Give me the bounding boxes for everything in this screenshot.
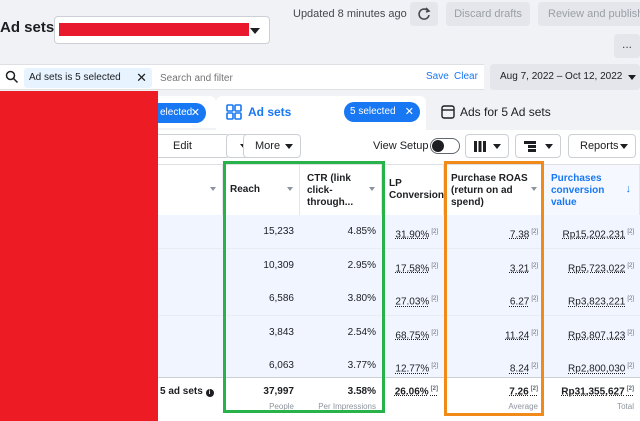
cell-lp-value: 17.58% xyxy=(395,262,430,274)
cell-lp: 17.58% [2] xyxy=(382,249,444,283)
footnote-mark: [2] xyxy=(627,296,634,303)
cell-lp: 27.03% [2] xyxy=(382,282,444,316)
tab-ad-sets-label: Ad sets xyxy=(248,105,292,119)
more-dropdown-button[interactable]: More xyxy=(243,134,301,158)
reach-ctr-highlight-box xyxy=(223,161,385,413)
pcv-header-label: Purchases conversion value xyxy=(551,173,605,208)
cell-lp: 31.90% [2] xyxy=(382,215,444,249)
top-bar: Ad sets Updated 8 minutes ago Discard dr… xyxy=(0,0,640,64)
cell-pcv: Rp3,807,123 [2] xyxy=(544,316,640,350)
footnote-mark: [2] xyxy=(627,329,634,336)
cell-lp-value: 68.75% xyxy=(395,330,430,342)
redacted-region xyxy=(0,91,158,421)
ad-sets-selected-pill[interactable]: 5 selected ✕ xyxy=(344,102,420,122)
redacted-name xyxy=(59,23,249,36)
column-header-purchases-value[interactable]: Purchases conversion value ↓ xyxy=(544,165,640,215)
tab-ad-sets[interactable]: Ad sets 5 selected ✕ xyxy=(216,96,426,130)
footnote-mark: [2] xyxy=(431,329,438,336)
chevron-down-icon xyxy=(250,28,260,34)
footnote-mark: [2] xyxy=(431,296,438,303)
cell-pcv: Rp5,723,022 [2] xyxy=(544,249,640,283)
total-pcv-sub: Total xyxy=(617,402,634,411)
refresh-icon xyxy=(418,7,431,20)
total-lp: 26.06% [2] xyxy=(382,386,444,397)
filter-chip-label: Ad sets is 5 selected xyxy=(29,72,121,83)
roas-highlight-box xyxy=(444,161,544,416)
campaign-pill-label: elected xyxy=(160,107,193,118)
clear-filter-link[interactable]: Clear xyxy=(454,71,478,82)
cell-pcv-value: Rp2,800,030 xyxy=(568,363,626,375)
discard-drafts-button[interactable]: Discard drafts xyxy=(446,2,530,26)
cell-pcv-value: Rp15,202,231 xyxy=(562,229,626,241)
updated-status: Updated 8 minutes ago xyxy=(293,8,407,20)
cell-lp-value: 12.77% xyxy=(395,363,430,375)
close-icon[interactable]: ✕ xyxy=(136,68,147,88)
edit-button[interactable]: Edit xyxy=(152,134,230,158)
more-options-button[interactable]: ... xyxy=(614,34,640,58)
lp-header-label: LP Conversion xyxy=(389,178,445,201)
more-label: More xyxy=(255,140,281,152)
chevron-down-icon xyxy=(628,75,636,80)
column-header-lp-conversion[interactable]: LP Conversion xyxy=(382,165,444,215)
cell-pcv-value: Rp5,723,022 xyxy=(568,262,626,274)
refresh-button[interactable] xyxy=(410,2,438,26)
date-range-label: Aug 7, 2022 – Oct 12, 2022 xyxy=(500,71,623,82)
footnote-mark: [2] xyxy=(627,229,634,235)
chevron-down-icon xyxy=(285,144,293,149)
tab-ads-label: Ads for 5 Ad sets xyxy=(460,105,551,119)
search-icon xyxy=(5,70,19,84)
footnote-mark: [2] xyxy=(626,386,634,392)
reports-button[interactable]: Reports xyxy=(568,134,636,158)
total-pcv: Rp31,355,627 [2] xyxy=(544,386,640,397)
reports-label: Reports xyxy=(580,140,619,152)
cell-pcv: Rp15,202,231 [2] xyxy=(544,215,640,249)
search-input[interactable] xyxy=(160,69,410,87)
footnote-mark: [2] xyxy=(430,386,438,392)
edit-label: Edit xyxy=(173,140,192,152)
date-range-picker[interactable]: Aug 7, 2022 – Oct 12, 2022 xyxy=(490,64,640,90)
close-icon[interactable]: ✕ xyxy=(405,102,414,122)
footnote-mark: [2] xyxy=(431,262,438,269)
totals-label-text: 5 ad sets xyxy=(160,386,203,397)
chevron-down-icon xyxy=(493,144,501,149)
columns-button[interactable] xyxy=(465,134,509,158)
columns-icon xyxy=(474,141,486,152)
save-filter-link[interactable]: Save xyxy=(426,71,449,82)
breakdown-button[interactable] xyxy=(515,134,561,158)
ad-set-name-select[interactable] xyxy=(54,16,270,44)
cell-lp-value: 31.90% xyxy=(395,229,430,241)
table-toolbar: Edit More View Setup Reports xyxy=(90,130,640,164)
cell-pcv: Rp3,823,221 [2] xyxy=(544,282,640,316)
footnote-mark: [2] xyxy=(627,262,634,269)
search-bar: Ad sets is 5 selected ✕ Save Clear xyxy=(0,64,484,90)
filter-chip[interactable]: Ad sets is 5 selected ✕ xyxy=(24,68,152,88)
close-icon[interactable]: ✕ xyxy=(191,103,200,123)
view-setup-toggle[interactable] xyxy=(430,138,460,154)
cell-lp: 68.75% [2] xyxy=(382,316,444,350)
footnote-mark: [2] xyxy=(431,229,438,235)
page-title: Ad sets xyxy=(0,19,55,36)
cell-pcv-value: Rp3,807,123 xyxy=(568,330,626,342)
total-lp-value: 26.06% xyxy=(394,386,429,398)
toggle-knob xyxy=(432,140,444,152)
ad-document-icon xyxy=(441,105,455,119)
review-publish-button[interactable]: Review and publish xyxy=(538,2,640,26)
breakdown-icon xyxy=(524,141,536,152)
chevron-down-icon xyxy=(620,144,628,149)
info-icon[interactable]: i xyxy=(205,389,214,397)
sort-descending-icon: ↓ xyxy=(625,183,632,195)
view-setup-label: View Setup xyxy=(373,140,429,152)
sort-caret-icon xyxy=(210,187,216,191)
ad-sets-pill-label: 5 selected xyxy=(350,106,396,117)
cell-pcv-value: Rp3,823,221 xyxy=(568,296,626,308)
chevron-down-icon xyxy=(545,144,553,149)
footnote-mark: [2] xyxy=(627,363,634,370)
grid-icon xyxy=(226,104,242,120)
footnote-mark: [2] xyxy=(431,363,438,370)
total-pcv-value: Rp31,355,627 xyxy=(561,386,625,398)
tab-ads[interactable]: Ads for 5 Ad sets xyxy=(430,96,640,128)
cell-lp-value: 27.03% xyxy=(395,296,430,308)
totals-label: 5 ad sets i xyxy=(160,386,220,397)
